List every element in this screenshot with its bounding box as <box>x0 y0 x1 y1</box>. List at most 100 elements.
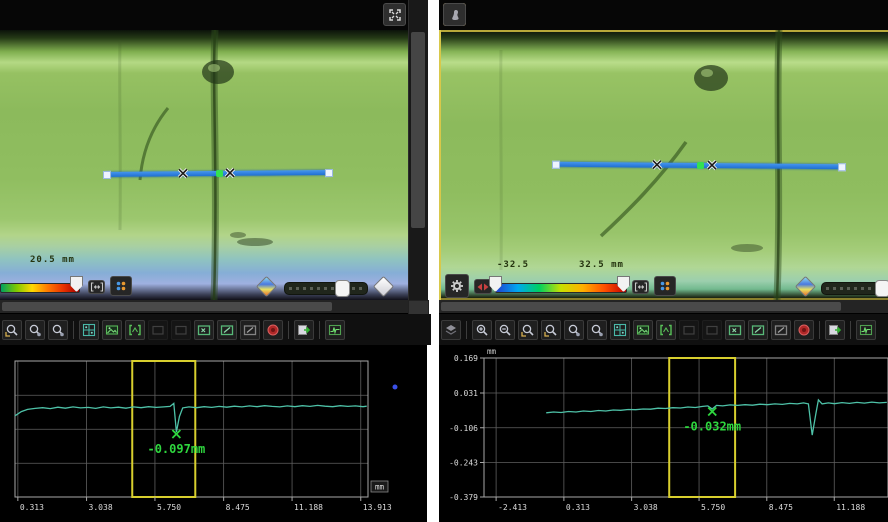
scrollbar-thumb[interactable] <box>411 32 425 228</box>
left-horizontal-scrollbar[interactable] <box>0 300 408 313</box>
texture-mode-icon[interactable] <box>443 3 466 26</box>
toolbar-separator <box>466 321 467 339</box>
left-viewport-panel: 20.5 mm -0.097mm0.3133.0385.7508.47511.1… <box>0 0 427 522</box>
toolbar-separator <box>319 321 320 339</box>
capture-edit-icon[interactable] <box>748 320 768 340</box>
profile-display-icon[interactable] <box>325 320 345 340</box>
export-image-icon[interactable] <box>294 320 314 340</box>
tool-b-icon[interactable] <box>171 320 191 340</box>
line-endpoint-left[interactable] <box>103 171 111 179</box>
rainbow-diamond-icon[interactable] <box>256 276 277 297</box>
scale-label: 20.5 mm <box>30 255 75 265</box>
zoom-fit-icon[interactable] <box>518 320 538 340</box>
zoom-previous-icon[interactable] <box>25 320 45 340</box>
x-tick-label: 3.038 <box>634 503 658 512</box>
range-min-label: -32.5 <box>497 260 529 270</box>
x-tick-label: 11.188 <box>294 503 323 512</box>
line-endpoint-right[interactable] <box>325 169 333 177</box>
comparison-grid-icon[interactable] <box>610 320 630 340</box>
fullscreen-icon[interactable] <box>383 3 406 26</box>
zoom-in-icon[interactable] <box>472 320 492 340</box>
image-view-icon[interactable] <box>633 320 653 340</box>
zoom-out-icon[interactable] <box>495 320 515 340</box>
line-marker-x-icon[interactable] <box>650 158 664 172</box>
comparison-grid-icon[interactable] <box>79 320 99 340</box>
measurement-line[interactable] <box>106 170 330 177</box>
x-tick-label: 8.475 <box>769 503 793 512</box>
x-tick-label: 13.913 <box>363 503 392 512</box>
capture-off-icon[interactable] <box>771 320 791 340</box>
auto-fit-icon[interactable] <box>656 320 676 340</box>
slider-ticks <box>289 287 363 290</box>
measurement-line[interactable] <box>555 162 843 170</box>
y-tick-label: 0.031 <box>454 389 478 398</box>
y-tick-label: -0.106 <box>449 424 478 433</box>
left-surface-image[interactable]: 20.5 mm <box>0 30 409 300</box>
measurement-value-label: -0.097mm <box>147 442 205 456</box>
capture-off-icon[interactable] <box>240 320 260 340</box>
rainbow-diamond-icon[interactable] <box>795 276 816 297</box>
line-marker-x-icon[interactable] <box>223 166 237 180</box>
line-center-point[interactable] <box>216 170 223 177</box>
profile-chart-canvas[interactable]: -0.097mm0.3133.0385.7508.47511.18813.913… <box>0 345 427 522</box>
indicator-dot <box>393 385 398 390</box>
right-profile-chart[interactable]: -0.032mm-2.4130.3133.0385.7508.47511.188… <box>439 345 888 522</box>
color-scale-bar[interactable] <box>495 283 627 293</box>
y-tick-label: -0.243 <box>449 459 478 468</box>
flatten-icon[interactable] <box>441 320 461 340</box>
line-center-point[interactable] <box>697 162 704 169</box>
record-icon[interactable] <box>263 320 283 340</box>
profile-display-icon[interactable] <box>856 320 876 340</box>
line-marker-x-icon[interactable] <box>705 158 719 172</box>
image-view-icon[interactable] <box>102 320 122 340</box>
tilt-slider-handle[interactable] <box>335 280 350 297</box>
dots-grid-button[interactable] <box>110 276 132 296</box>
toolbar-separator <box>288 321 289 339</box>
x-tick-label: 0.313 <box>566 503 590 512</box>
y-tick-label: 0.169 <box>454 354 478 363</box>
left-vertical-scrollbar[interactable] <box>408 0 428 300</box>
measurement-value-label: -0.032mm <box>683 420 741 434</box>
zoom-previous-icon[interactable] <box>564 320 584 340</box>
record-icon[interactable] <box>794 320 814 340</box>
right-horizontal-scrollbar[interactable] <box>439 300 888 313</box>
dots-grid-button[interactable] <box>654 276 676 296</box>
line-endpoint-right[interactable] <box>838 163 846 171</box>
tilt-slider[interactable] <box>821 282 888 295</box>
x-tick-label: 11.188 <box>836 503 865 512</box>
pan-zoom-icon[interactable] <box>2 320 22 340</box>
toolbar-separator <box>819 321 820 339</box>
left-profile-chart[interactable]: -0.097mm0.3133.0385.7508.47511.18813.913… <box>0 345 427 522</box>
line-marker-x-icon[interactable] <box>176 166 190 180</box>
tilt-slider[interactable] <box>284 282 368 295</box>
zoom-next-icon[interactable] <box>48 320 68 340</box>
tool-b-icon[interactable] <box>702 320 722 340</box>
right-viewport-panel: -32.5 32.5 mm -0.032mm-2.4130.3133.0385.… <box>439 0 888 522</box>
scrollbar-thumb[interactable] <box>441 302 841 311</box>
color-scale-bar[interactable] <box>0 283 80 293</box>
line-endpoint-left[interactable] <box>552 161 560 169</box>
capture-edit-icon[interactable] <box>217 320 237 340</box>
toolbar-separator <box>850 321 851 339</box>
zoom-next-icon[interactable] <box>587 320 607 340</box>
capture-region-icon[interactable] <box>725 320 745 340</box>
profile-chart-canvas[interactable]: -0.032mm-2.4130.3133.0385.7508.47511.188… <box>439 345 888 522</box>
auto-fit-icon[interactable] <box>125 320 145 340</box>
x-tick-label: 5.750 <box>701 503 725 512</box>
tilt-slider-handle[interactable] <box>875 280 888 297</box>
range-max-label: 32.5 mm <box>579 260 624 270</box>
white-diamond-icon[interactable] <box>373 276 394 297</box>
x-tick-label: 0.313 <box>20 503 44 512</box>
tool-a-icon[interactable] <box>679 320 699 340</box>
range-brackets-button[interactable] <box>632 280 649 294</box>
y-tick-label: -0.379 <box>449 493 478 502</box>
tool-a-icon[interactable] <box>148 320 168 340</box>
zoom-region-icon[interactable] <box>541 320 561 340</box>
right-surface-image[interactable]: -32.5 32.5 mm <box>439 30 888 300</box>
export-image-icon[interactable] <box>825 320 845 340</box>
range-brackets-button[interactable] <box>88 280 105 294</box>
scrollbar-corner <box>408 300 429 315</box>
scrollbar-thumb[interactable] <box>2 302 332 311</box>
settings-gear-button[interactable] <box>445 274 469 298</box>
capture-region-icon[interactable] <box>194 320 214 340</box>
